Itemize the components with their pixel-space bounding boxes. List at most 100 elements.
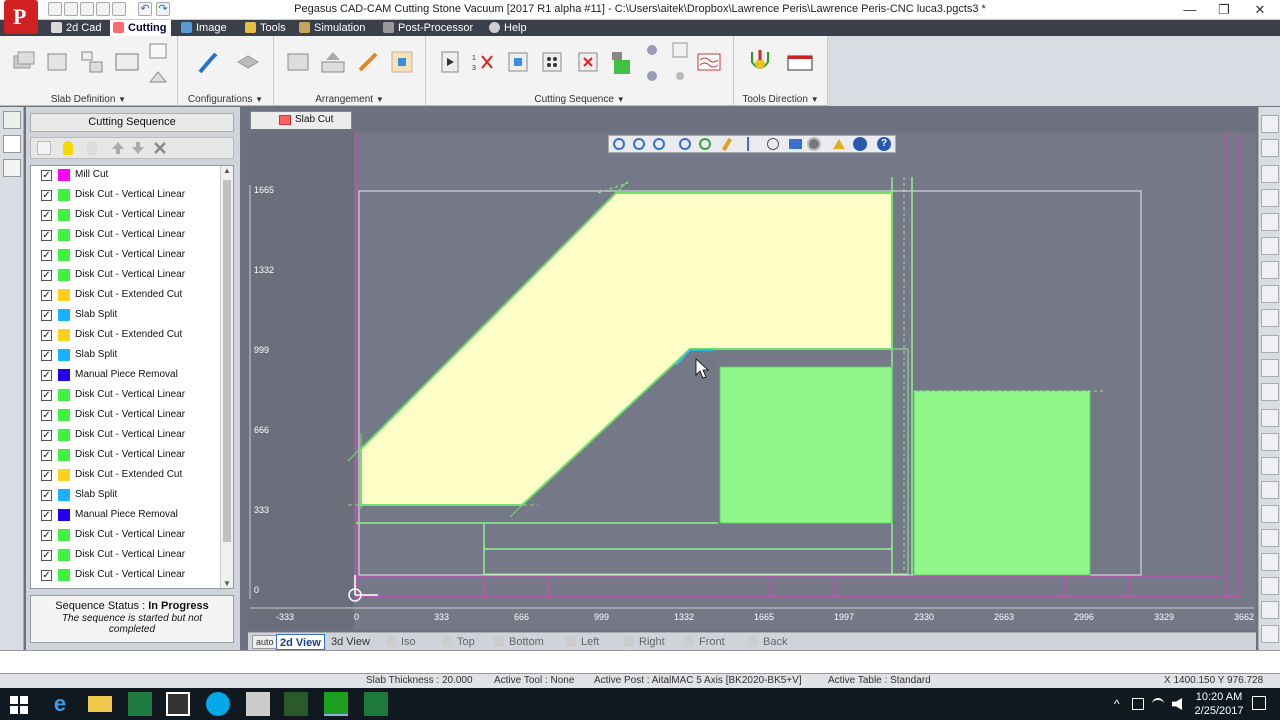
sequence-play-icon[interactable] xyxy=(440,50,462,74)
skype-icon[interactable] xyxy=(206,692,230,716)
view-left-button[interactable]: Left xyxy=(578,634,602,650)
tab-2d-cad[interactable]: 2d Cad xyxy=(48,20,106,36)
item-checkbox[interactable]: ✓ xyxy=(41,170,52,181)
circle-icon[interactable] xyxy=(1261,237,1279,255)
taskbar-time[interactable]: 10:20 AM xyxy=(1191,691,1247,703)
line-icon[interactable] xyxy=(1261,481,1279,499)
scroll-up-icon[interactable]: ▲ xyxy=(223,166,231,175)
sequence-option-b-icon[interactable] xyxy=(642,66,662,86)
slab-select-icon[interactable] xyxy=(46,50,70,74)
bulb-on-icon[interactable] xyxy=(63,141,73,155)
sequence-waves-icon[interactable] xyxy=(696,50,722,74)
circle-icon[interactable] xyxy=(1261,285,1279,303)
item-checkbox[interactable]: ✓ xyxy=(41,430,52,441)
item-checkbox[interactable]: ✓ xyxy=(41,410,52,421)
move-down-icon[interactable] xyxy=(131,141,145,155)
copy-icon[interactable] xyxy=(37,141,51,155)
line-icon[interactable] xyxy=(1261,213,1279,231)
view-3d-button[interactable]: 3d View xyxy=(328,634,373,650)
tab-tools[interactable]: Tools xyxy=(242,20,291,36)
arrange-edit-icon[interactable] xyxy=(286,50,312,74)
list-item[interactable]: ✓ Disk Cut - Vertical Linear xyxy=(31,246,221,266)
view-front-button[interactable]: Front xyxy=(696,634,728,650)
file-explorer-icon[interactable] xyxy=(88,696,112,712)
layer-icon[interactable] xyxy=(789,139,802,149)
sequence-delete-numbered-icon[interactable]: 13 xyxy=(470,50,496,74)
zoom-out-icon[interactable] xyxy=(653,138,665,150)
tray-chevron-up-icon[interactable]: ^ xyxy=(1114,697,1120,711)
slab-scan-icon[interactable] xyxy=(148,42,168,60)
slab-rect-icon[interactable] xyxy=(114,50,140,74)
pencil-icon[interactable] xyxy=(356,50,382,74)
tab-slab-cut[interactable]: Slab Cut xyxy=(250,111,352,129)
list-item[interactable]: ✓ Disk Cut - Vertical Linear xyxy=(31,266,221,286)
list-item[interactable]: ✓ Slab Split xyxy=(31,486,221,506)
configurations-label[interactable]: Configurations ▼ xyxy=(178,94,273,105)
cad-app-icon[interactable] xyxy=(364,692,388,716)
snap-icon[interactable] xyxy=(1261,115,1279,133)
item-checkbox[interactable]: ✓ xyxy=(41,530,52,541)
taskbar-date[interactable]: 2/25/2017 xyxy=(1191,705,1247,717)
list-item[interactable]: ✓ Disk Cut - Vertical Linear xyxy=(31,406,221,426)
list-item[interactable]: ✓ Disk Cut - Vertical Linear xyxy=(31,546,221,566)
tool-table-icon[interactable] xyxy=(786,50,814,74)
list-item[interactable]: ✓ Disk Cut - Extended Cut xyxy=(31,326,221,346)
arrangement-label[interactable]: Arrangement ▼ xyxy=(274,94,425,105)
tab-simulation[interactable]: Simulation xyxy=(296,20,370,36)
slab-definition-label[interactable]: Slab Definition ▼ xyxy=(0,94,177,105)
view-bottom-button[interactable]: Bottom xyxy=(506,634,547,650)
arrange-top-icon[interactable] xyxy=(320,50,346,74)
drawing-canvas[interactable]: 1665 1332 999 666 333 0 -333 0 333 666 9… xyxy=(248,133,1256,630)
item-checkbox[interactable]: ✓ xyxy=(41,290,52,301)
view-back-button[interactable]: Back xyxy=(760,634,790,650)
tab-post-processor[interactable]: Post-Processor xyxy=(380,20,478,36)
item-checkbox[interactable]: ✓ xyxy=(41,230,52,241)
list-item[interactable]: ✓ Slab Split xyxy=(31,346,221,366)
sequence-dots-icon[interactable] xyxy=(540,50,564,74)
pan-icon[interactable] xyxy=(767,138,779,150)
measure-icon[interactable] xyxy=(747,137,749,151)
pegasus-taskbar-icon[interactable] xyxy=(324,692,348,716)
circle-icon[interactable] xyxy=(1261,601,1279,619)
list-item[interactable]: ✓ Manual Piece Removal xyxy=(31,506,221,526)
item-checkbox[interactable]: ✓ xyxy=(41,550,52,561)
move-up-icon[interactable] xyxy=(111,141,125,155)
list-item[interactable]: ✓ Slab Split xyxy=(31,306,221,326)
sequence-option-c-icon[interactable] xyxy=(670,40,690,60)
configuration-cubes-icon[interactable] xyxy=(234,48,262,76)
edge-browser-icon[interactable]: e xyxy=(48,692,72,716)
slab-photo-icon[interactable] xyxy=(148,68,168,86)
list-item[interactable]: ✓ Disk Cut - Vertical Linear xyxy=(31,526,221,546)
item-checkbox[interactable]: ✓ xyxy=(41,270,52,281)
grid-icon[interactable] xyxy=(1261,383,1279,401)
list-item[interactable]: ✓ Disk Cut - Vertical Linear xyxy=(31,446,221,466)
sequence-tool-icon[interactable] xyxy=(610,50,634,76)
item-checkbox[interactable]: ✓ xyxy=(41,210,52,221)
auto-view-button[interactable]: auto xyxy=(252,635,278,649)
cross-icon[interactable] xyxy=(1261,261,1279,279)
list-item[interactable]: ✓ Disk Cut - Vertical Linear xyxy=(31,386,221,406)
slab-split-icon[interactable] xyxy=(80,50,104,74)
help-circle-icon[interactable]: ? xyxy=(877,137,891,151)
tool-view-icon[interactable] xyxy=(3,159,21,177)
green-piece[interactable] xyxy=(719,366,893,524)
zoom-in-icon[interactable] xyxy=(633,138,645,150)
excel-app-icon[interactable] xyxy=(128,692,152,716)
mail-icon[interactable] xyxy=(246,692,270,716)
item-checkbox[interactable]: ✓ xyxy=(41,510,52,521)
item-checkbox[interactable]: ✓ xyxy=(41,190,52,201)
view-right-button[interactable]: Right xyxy=(636,634,668,650)
item-checkbox[interactable]: ✓ xyxy=(41,570,52,581)
item-checkbox[interactable]: ✓ xyxy=(41,390,52,401)
view-2d-button[interactable]: 2d View xyxy=(276,634,325,650)
sequence-option-d-icon[interactable] xyxy=(670,66,690,86)
arrange-center-icon[interactable] xyxy=(390,50,416,74)
mirror-icon[interactable] xyxy=(1261,505,1279,523)
tab-help[interactable]: Help xyxy=(486,20,532,36)
item-checkbox[interactable]: ✓ xyxy=(41,450,52,461)
scroll-down-icon[interactable]: ▼ xyxy=(223,579,231,588)
tools-direction-label[interactable]: Tools Direction ▼ xyxy=(734,94,827,105)
render-icon[interactable] xyxy=(807,137,821,151)
item-checkbox[interactable]: ✓ xyxy=(41,310,52,321)
zoom-fit-icon[interactable] xyxy=(679,138,691,150)
